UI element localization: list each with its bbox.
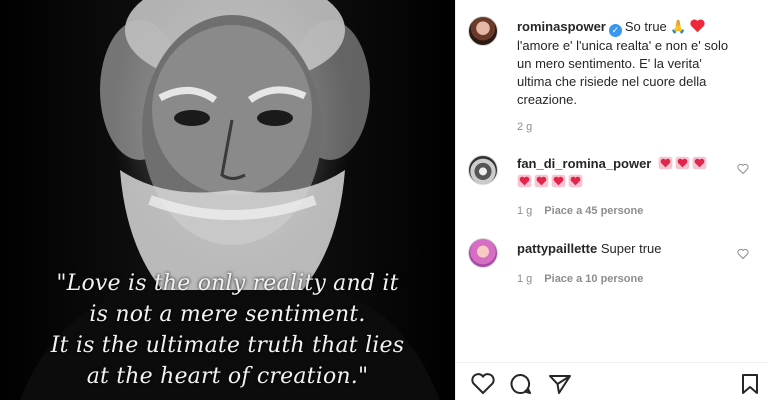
paper-plane-icon[interactable] bbox=[547, 372, 573, 396]
caption-line: ultima che risiede nel cuore della bbox=[517, 74, 707, 89]
comment-username[interactable]: fan_di_romina_power bbox=[517, 156, 651, 171]
caption-line: un mero sentimento. E' la verita' bbox=[517, 56, 702, 71]
verified-badge-icon: ✓ bbox=[608, 24, 622, 37]
comment-meta: 1 g Piace a 10 persone bbox=[517, 273, 643, 285]
avatar[interactable] bbox=[468, 238, 498, 268]
heart-emojis-row1 bbox=[658, 156, 709, 171]
comment: fan_di_romina_power bbox=[517, 155, 727, 191]
heart-emojis-row2 bbox=[517, 174, 585, 189]
heart-emoji-icon bbox=[658, 156, 673, 170]
heart-emoji-icon bbox=[551, 174, 566, 188]
heart-emoji-icon bbox=[517, 174, 532, 188]
comment: pattypaillette Super true bbox=[517, 240, 727, 258]
caption-line: l'amore e' l'unica realta' e non e' solo bbox=[517, 38, 729, 53]
comment-likes[interactable]: Piace a 45 persone bbox=[544, 205, 643, 217]
heart-emoji-icon bbox=[568, 174, 583, 188]
quote-text: "Love is the only reality and it is not … bbox=[0, 268, 455, 392]
comment-bubble-icon[interactable] bbox=[508, 372, 534, 396]
comment-age[interactable]: 1 g bbox=[517, 273, 532, 285]
divider bbox=[455, 362, 768, 363]
heart-outline-icon[interactable] bbox=[470, 372, 496, 396]
comment-meta: 1 g Piace a 45 persone bbox=[517, 205, 643, 217]
comment-likes[interactable]: Piace a 10 persone bbox=[544, 273, 643, 285]
quote-line: is not a mere sentiment. bbox=[89, 302, 366, 327]
post-age[interactable]: 2 g bbox=[517, 121, 532, 133]
heart-outline-icon[interactable] bbox=[737, 248, 749, 260]
comment-age[interactable]: 1 g bbox=[517, 205, 532, 217]
heart-outline-icon[interactable] bbox=[737, 163, 749, 175]
comment-text: Super true bbox=[600, 241, 662, 256]
post-image[interactable]: "Love is the only reality and it is not … bbox=[0, 0, 455, 400]
red-heart-icon bbox=[690, 19, 705, 33]
quote-line: "Love is the only reality and it bbox=[56, 271, 399, 296]
bookmark-icon[interactable] bbox=[738, 372, 762, 396]
avatar[interactable] bbox=[468, 16, 498, 46]
quote-line: at the heart of creation." bbox=[86, 364, 369, 389]
post-caption: rominaspower ✓ So true 🙏 l'amore e' l'unic… bbox=[517, 18, 762, 109]
caption-lead: So true 🙏 bbox=[624, 19, 687, 34]
quote-line: It is the ultimate truth that lies bbox=[50, 333, 405, 358]
author-username[interactable]: rominaspower bbox=[517, 19, 606, 34]
heart-emoji-icon bbox=[675, 156, 690, 170]
caption-line: creazione. bbox=[517, 92, 577, 107]
comment-username[interactable]: pattypaillette bbox=[517, 241, 597, 256]
heart-emoji-icon bbox=[534, 174, 549, 188]
avatar[interactable] bbox=[468, 155, 498, 185]
heart-emoji-icon bbox=[692, 156, 707, 170]
